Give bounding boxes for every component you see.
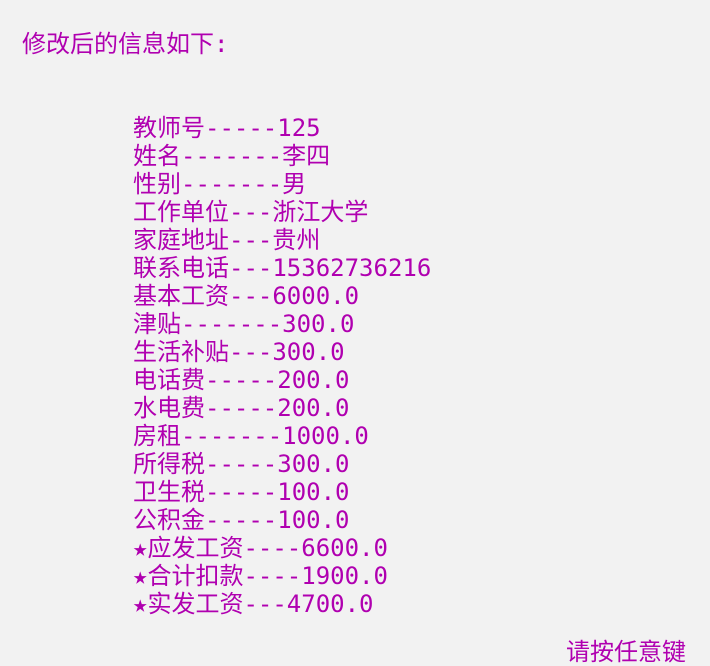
home-address-line: 家庭地址---贵州 <box>133 226 321 254</box>
rent-line: 房租-------1000.0 <box>133 422 369 450</box>
net-salary-line: ★实发工资---4700.0 <box>133 590 374 618</box>
utility-fee-line: 水电费-----200.0 <box>133 394 350 422</box>
living-subsidy-line: 生活补贴---300.0 <box>133 338 345 366</box>
phone-fee-line: 电话费-----200.0 <box>133 366 350 394</box>
console-window: 修改后的信息如下: 教师号-----125 姓名-------李四 性别----… <box>0 0 710 666</box>
press-any-key-prompt: 请按任意键 <box>566 638 686 666</box>
total-deduction-line: ★合计扣款----1900.0 <box>133 562 388 590</box>
provident-fund-line: 公积金-----100.0 <box>133 506 350 534</box>
name-line: 姓名-------李四 <box>133 142 331 170</box>
basic-salary-line: 基本工资---6000.0 <box>133 282 360 310</box>
phone-line: 联系电话---15362736216 <box>133 254 432 282</box>
modified-info-heading: 修改后的信息如下: <box>22 30 229 58</box>
allowance-line: 津贴-------300.0 <box>133 310 355 338</box>
gender-line: 性别-------男 <box>133 170 307 198</box>
work-unit-line: 工作单位---浙江大学 <box>133 198 369 226</box>
teacher-id-line: 教师号-----125 <box>133 114 321 142</box>
income-tax-line: 所得税-----300.0 <box>133 450 350 478</box>
gross-salary-line: ★应发工资----6600.0 <box>133 534 388 562</box>
teacher-info-list: 教师号-----125 姓名-------李四 性别-------男 工作单位-… <box>133 114 431 618</box>
health-tax-line: 卫生税-----100.0 <box>133 478 350 506</box>
